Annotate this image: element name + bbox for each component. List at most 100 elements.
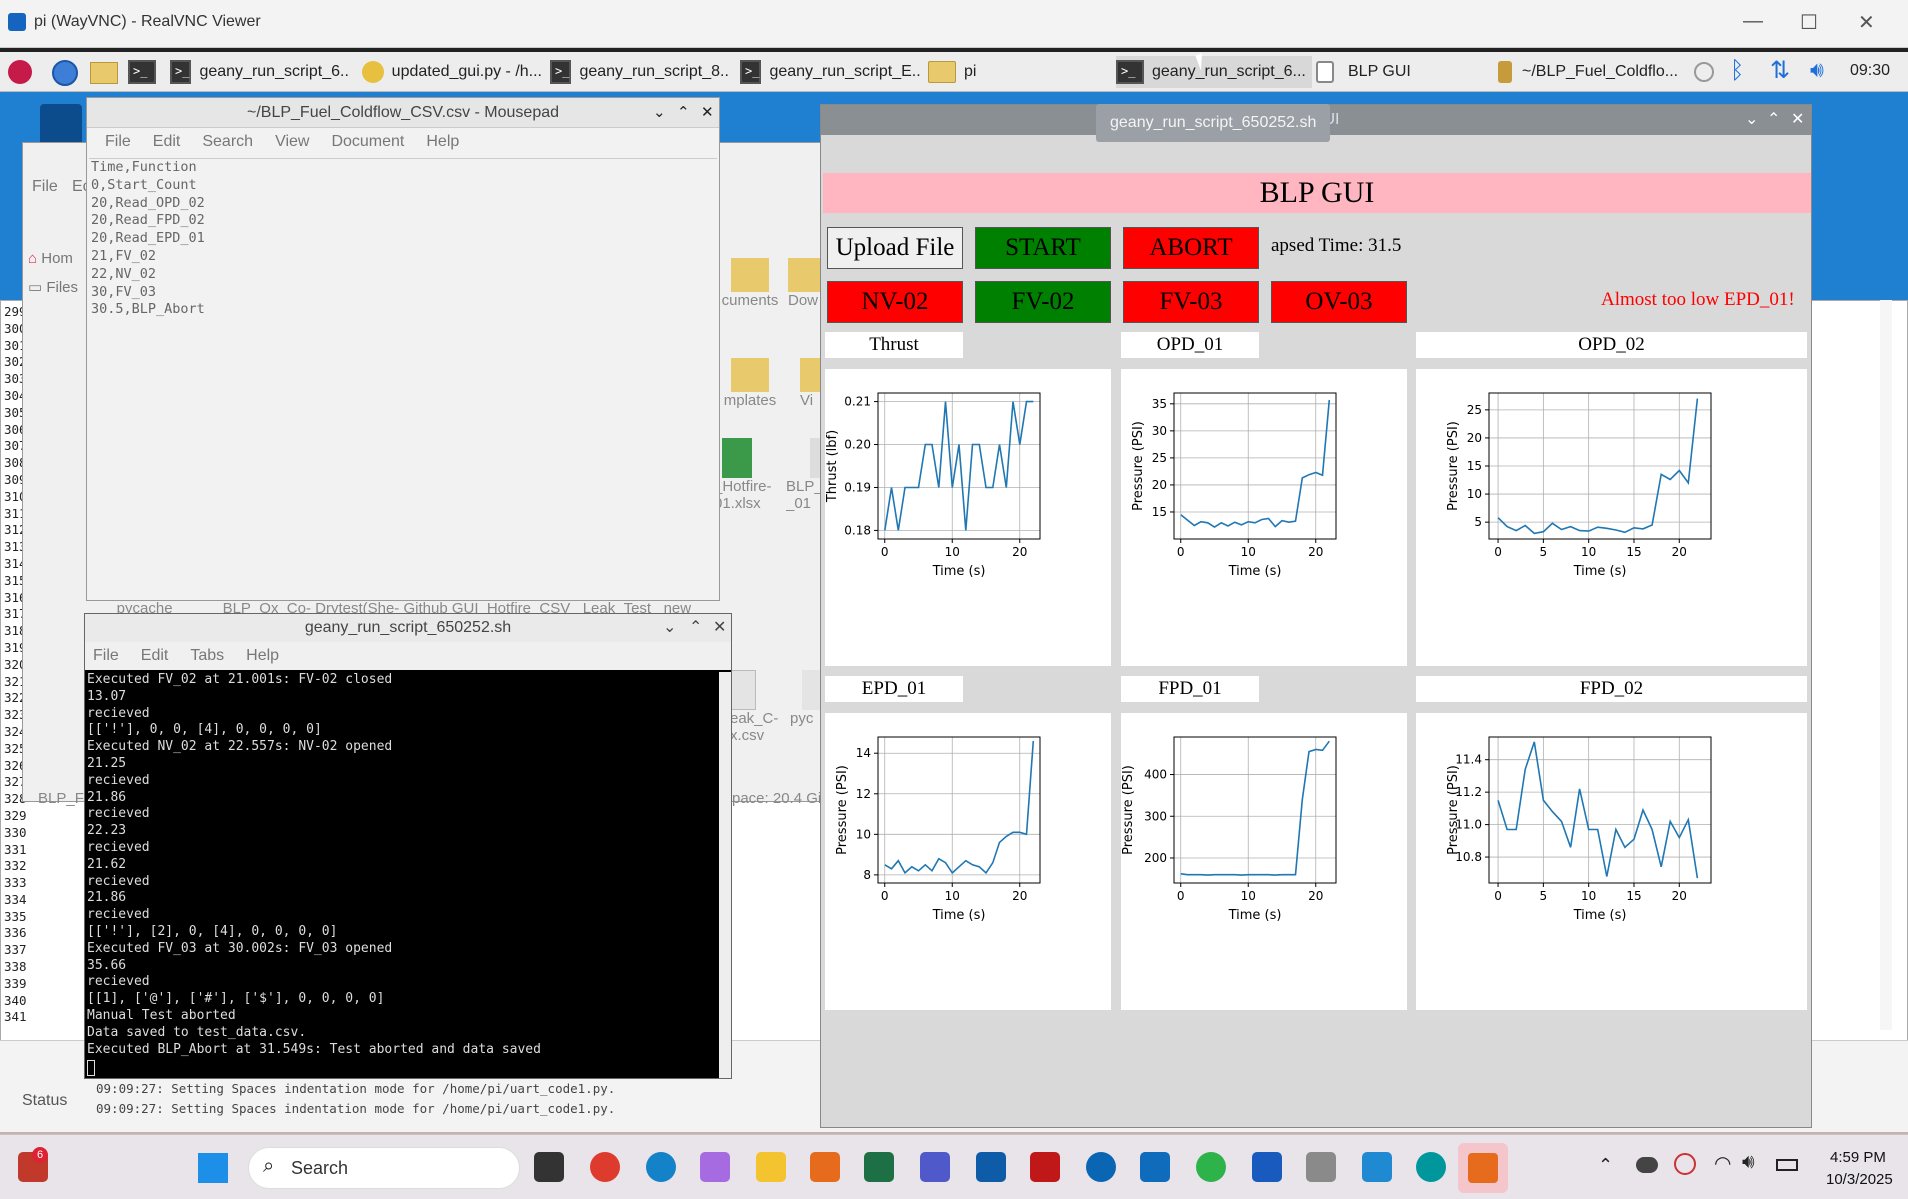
chevron-down-icon[interactable]: ⌄ (1745, 105, 1758, 135)
file-item-hotfire-xlsx[interactable]: _Hotfire- 01.xlsx (714, 438, 788, 512)
chrome-icon[interactable] (590, 1152, 620, 1182)
task-mousepad[interactable]: ~/BLP_Fuel_Coldflo... (1498, 56, 1684, 88)
ov03-button[interactable]: OV-03 (1271, 281, 1407, 323)
volume-icon[interactable]: 🔊︎ (1810, 57, 1824, 83)
menu-help[interactable]: Help (246, 647, 279, 665)
vscode-icon[interactable] (1362, 1152, 1392, 1182)
menu-search[interactable]: Search (202, 133, 253, 151)
menu-file[interactable]: File (93, 647, 119, 665)
volume-icon[interactable]: 🔊︎ (1742, 1151, 1755, 1174)
file-item-pycache[interactable]: pyc (790, 670, 822, 727)
geany-scrollbar[interactable] (1880, 300, 1892, 1030)
terminal-title: geany_run_script_650252.sh (304, 619, 512, 636)
wifi-icon[interactable]: ◠ (1714, 1151, 1731, 1176)
file-item-blp[interactable]: BLP_ _01 (786, 438, 822, 512)
status-tab[interactable]: Status (22, 1092, 67, 1110)
battery-icon[interactable] (1776, 1159, 1798, 1171)
nv02-button[interactable]: NV-02 (827, 281, 963, 323)
task-blp-gui[interactable]: BLP GUI (1316, 56, 1486, 88)
task-view-icon[interactable] (534, 1152, 564, 1182)
fv03-button[interactable]: FV-03 (1123, 281, 1259, 323)
task-geany-run-8[interactable]: >_ geany_run_script_8... (550, 56, 730, 88)
teams-icon[interactable] (920, 1152, 950, 1182)
browser-icon[interactable] (52, 60, 78, 86)
menu-edit[interactable]: Edit (141, 647, 169, 665)
start-button[interactable]: START (975, 227, 1111, 269)
edge-icon[interactable] (646, 1152, 676, 1182)
sync-status-icon[interactable] (1674, 1153, 1696, 1175)
upload-file-button[interactable]: Upload File (827, 227, 963, 269)
close-icon[interactable]: ✕ (701, 98, 714, 128)
chevron-down-icon[interactable]: ⌄ (653, 98, 666, 128)
search-box[interactable]: ⌕ Search (248, 1147, 520, 1189)
menu-file[interactable]: File (105, 133, 131, 151)
menu-document[interactable]: Document (331, 133, 404, 151)
mousepad-text-area[interactable]: Time,Function 0,Start_Count 20,Read_OPD_02… (89, 158, 717, 598)
task-label: geany_run_script_6... (199, 63, 350, 80)
matlab-active-icon[interactable] (1458, 1143, 1508, 1193)
outlook-icon[interactable] (1140, 1152, 1170, 1182)
close-icon[interactable]: ✕ (713, 614, 726, 642)
maximize-button[interactable]: ☐ (1800, 10, 1818, 35)
menu-edit[interactable]: Edit (153, 133, 181, 151)
minimize-button[interactable]: — (1743, 10, 1763, 33)
terminal-line: 22.23 (87, 823, 127, 839)
bluetooth-icon[interactable]: ᛒ (1730, 57, 1744, 85)
file-item-downloads[interactable]: Dow (788, 258, 822, 309)
mousepad-title: ~/BLP_Fuel_Coldflow_CSV.csv - Mousepad (246, 104, 560, 121)
terminal-output[interactable]: Executed FV_02 at 21.001s: FV-02 closed 1… (87, 672, 717, 1078)
file-menu[interactable]: File (32, 178, 58, 196)
task-geany-run-e[interactable]: >_ geany_run_script_E... (740, 56, 920, 88)
sync-app-icon[interactable] (1196, 1152, 1226, 1182)
terminal-scrollbar[interactable] (719, 672, 731, 1078)
folder-icon (928, 61, 956, 83)
abort-button[interactable]: ABORT (1123, 227, 1259, 269)
file-item-templates[interactable]: mplates (720, 358, 780, 409)
x-tick-label: 10 (1241, 889, 1256, 903)
matlab-icon[interactable] (810, 1152, 840, 1182)
network-icon[interactable]: ⇅ (1770, 56, 1790, 85)
menu-help[interactable]: Help (426, 133, 459, 151)
arduino-icon[interactable] (1416, 1152, 1446, 1182)
task-updated-gui[interactable]: updated_gui.py - /h... (362, 56, 542, 88)
task-tooltip: geany_run_script_650252.sh (1096, 104, 1331, 142)
word-icon[interactable] (1252, 1152, 1282, 1182)
chevron-up-icon[interactable]: ⌃ (1598, 1155, 1613, 1176)
file-manager-icon[interactable] (90, 62, 118, 84)
menu-view[interactable]: View (275, 133, 309, 151)
mcafee-icon[interactable] (1030, 1152, 1060, 1182)
raspberry-menu-icon[interactable] (8, 60, 32, 84)
store-icon[interactable] (976, 1152, 1006, 1182)
terminal-line: 35.66 (87, 957, 127, 973)
fv02-button[interactable]: FV-02 (975, 281, 1111, 323)
generic-app-icon[interactable] (1306, 1152, 1336, 1182)
y-tick-label: 14 (856, 746, 871, 760)
task-geany-run-active[interactable]: >_ geany_run_script_6... (1116, 56, 1312, 88)
copilot-icon[interactable] (700, 1152, 730, 1182)
dell-icon[interactable] (1086, 1152, 1116, 1182)
x-axis-label: Time (s) (932, 564, 986, 579)
chevron-up-icon[interactable]: ⌃ (1767, 105, 1780, 135)
file-item-videos[interactable]: Vi (800, 358, 822, 409)
files-sidebar-item[interactable]: ▭ Files (28, 278, 78, 296)
terminal-line: [[1], ['@'], ['#'], ['$'], 0, 0, 0, 0] (87, 991, 385, 1007)
chevron-down-icon[interactable]: ⌄ (663, 614, 676, 642)
chevron-up-icon[interactable]: ⌃ (677, 98, 690, 128)
home-sidebar-item[interactable]: ⌂ Hom (28, 250, 73, 267)
menu-tabs[interactable]: Tabs (190, 647, 224, 665)
task-geany-run-1[interactable]: >_ geany_run_script_6... (170, 56, 350, 88)
close-button[interactable]: ✕ (1858, 10, 1875, 35)
windows-start-icon[interactable] (198, 1153, 228, 1183)
file-item-documents[interactable]: cuments (720, 258, 780, 309)
close-icon[interactable]: ✕ (1791, 105, 1804, 135)
terminal-launcher-icon[interactable]: >_ (128, 60, 156, 84)
onedrive-icon[interactable] (1636, 1157, 1658, 1173)
chevron-up-icon[interactable]: ⌃ (689, 614, 702, 642)
y-tick-label: 0.18 (844, 523, 871, 537)
task-pi-folder[interactable]: pi (928, 56, 1108, 88)
sync-icon[interactable] (1694, 62, 1714, 82)
file-explorer-icon[interactable] (756, 1152, 786, 1182)
excel-icon[interactable] (864, 1152, 894, 1182)
y-tick-label: 20 (1152, 478, 1167, 492)
pi-taskbar: >_ >_ geany_run_script_6... updated_gui.p… (0, 52, 1908, 92)
